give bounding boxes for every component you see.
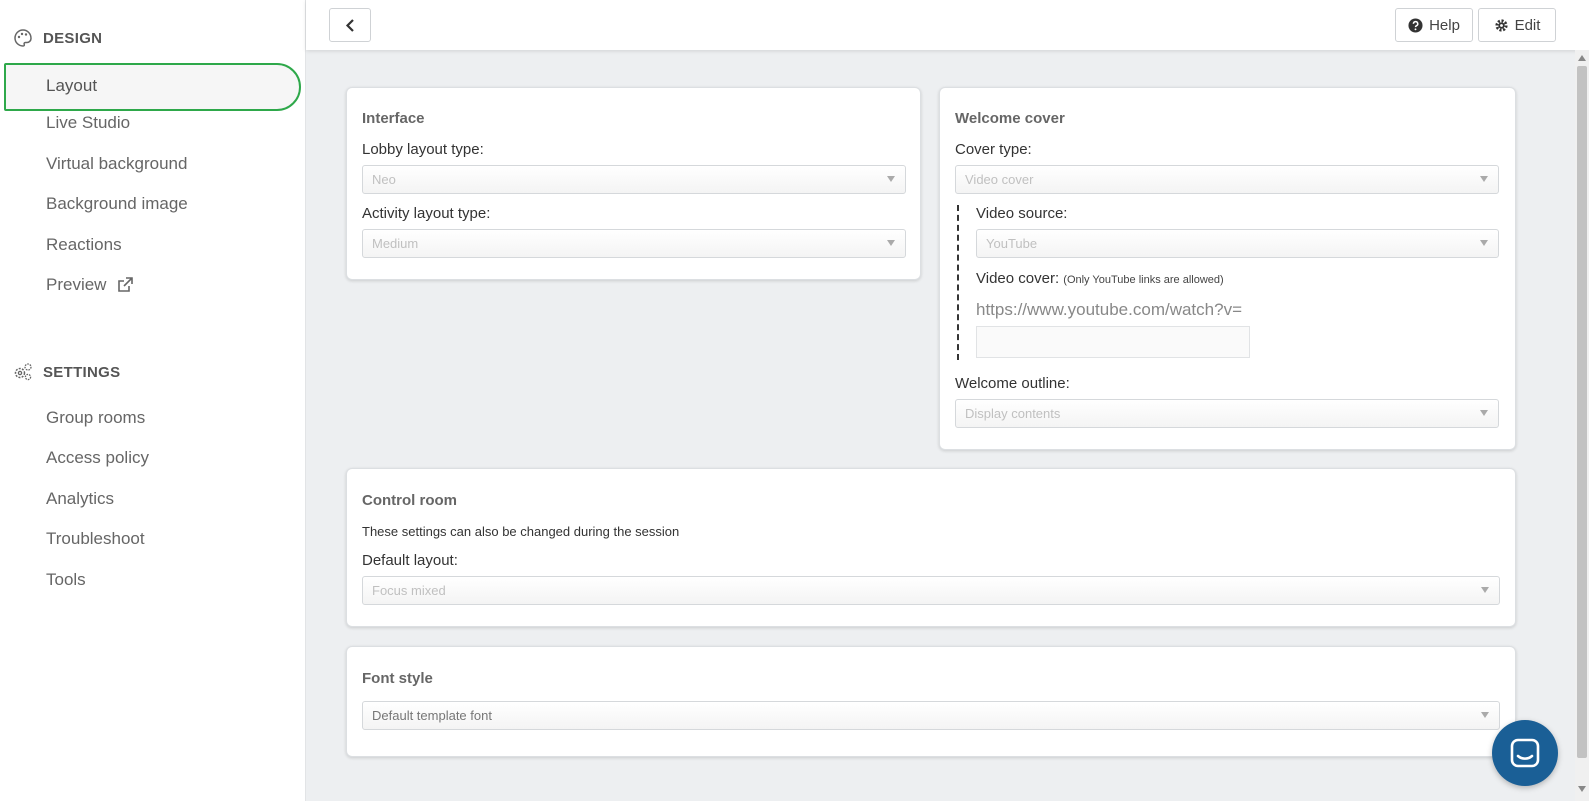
lobby-layout-label: Lobby layout type: xyxy=(362,141,484,158)
control-room-card: Control room These settings can also be … xyxy=(346,468,1516,627)
cover-type-label: Cover type: xyxy=(955,141,1032,158)
sidebar-item-label: Group rooms xyxy=(46,408,146,427)
settings-section-heading: SETTINGS xyxy=(13,362,120,382)
font-style-card: Font style Default template font xyxy=(346,646,1516,757)
top-bar: Help Edit xyxy=(306,0,1589,50)
sidebar-item-virtual-background[interactable]: Virtual background xyxy=(46,154,187,174)
sidebar-item-label: Tools xyxy=(46,570,86,589)
sidebar-item-label: Layout xyxy=(46,76,98,95)
video-cover-note: (Only YouTube links are allowed) xyxy=(1063,274,1224,286)
sidebar: DESIGN Layout Live Studio Virtual backgr… xyxy=(0,0,306,801)
lobby-layout-value: Neo xyxy=(372,172,396,187)
control-room-description: These settings can also be changed durin… xyxy=(362,524,680,539)
sidebar-item-label: Live Studio xyxy=(46,113,131,132)
welcome-outline-select[interactable]: Display contents xyxy=(955,399,1499,428)
chat-icon xyxy=(1510,738,1540,768)
scroll-up-icon[interactable] xyxy=(1578,55,1586,61)
welcome-outline-value: Display contents xyxy=(965,406,1061,421)
sidebar-item-troubleshoot[interactable]: Troubleshoot xyxy=(46,529,145,549)
activity-layout-select[interactable]: Medium xyxy=(362,229,906,258)
sidebar-item-layout[interactable]: Layout xyxy=(4,63,301,111)
settings-heading-label: SETTINGS xyxy=(43,363,121,381)
sidebar-item-tools[interactable]: Tools xyxy=(46,570,86,590)
help-label: Help xyxy=(1429,16,1460,34)
lobby-layout-select[interactable]: Neo xyxy=(362,165,906,194)
design-heading-label: DESIGN xyxy=(43,29,103,47)
interface-card: Interface Lobby layout type: Neo Activit… xyxy=(346,87,921,280)
sidebar-item-label: Reactions xyxy=(46,235,122,254)
youtube-url-prefix: https://www.youtube.com/watch?v= xyxy=(976,300,1242,319)
dropdown-arrow-icon xyxy=(887,176,895,182)
sidebar-item-label: Virtual background xyxy=(46,154,188,173)
sidebar-item-label: Background image xyxy=(46,194,188,213)
chat-launcher-button[interactable] xyxy=(1492,720,1558,786)
scrollbar-thumb[interactable] xyxy=(1577,66,1587,758)
sidebar-item-group-rooms[interactable]: Group rooms xyxy=(46,408,145,428)
sidebar-item-label: Preview xyxy=(46,275,107,294)
video-source-label: Video source: xyxy=(976,205,1068,222)
design-section-heading: DESIGN xyxy=(13,28,102,48)
welcome-outline-label: Welcome outline: xyxy=(955,375,1070,392)
sidebar-item-reactions[interactable]: Reactions xyxy=(46,235,122,255)
activity-layout-label: Activity layout type: xyxy=(362,205,491,222)
edit-button[interactable]: Edit xyxy=(1478,8,1556,42)
welcome-cover-title: Welcome cover xyxy=(955,110,1065,127)
font-style-select[interactable]: Default template font xyxy=(362,701,1500,730)
font-style-title: Font style xyxy=(362,670,433,687)
question-circle-icon xyxy=(1408,17,1423,33)
control-room-title: Control room xyxy=(362,492,457,509)
scroll-down-icon[interactable] xyxy=(1578,786,1586,792)
video-cover-label: Video cover: xyxy=(976,270,1060,287)
sidebar-item-label: Troubleshoot xyxy=(46,529,145,548)
cover-type-select[interactable]: Video cover xyxy=(955,165,1499,194)
dropdown-arrow-icon xyxy=(1480,410,1488,416)
gear-icon xyxy=(1494,18,1508,32)
dropdown-arrow-icon xyxy=(887,240,895,246)
dropdown-arrow-icon xyxy=(1481,712,1489,718)
default-layout-value: Focus mixed xyxy=(372,583,446,598)
dropdown-arrow-icon xyxy=(1481,587,1489,593)
video-cover-label-row: Video cover: (Only YouTube links are all… xyxy=(976,270,1224,287)
sidebar-item-label: Access policy xyxy=(46,448,149,467)
help-button[interactable]: Help xyxy=(1395,8,1473,42)
default-layout-select[interactable]: Focus mixed xyxy=(362,576,1500,605)
sidebar-item-preview[interactable]: Preview xyxy=(46,275,134,295)
sidebar-item-background-image[interactable]: Background image xyxy=(46,194,188,214)
welcome-cover-card: Welcome cover Cover type: Video cover Vi… xyxy=(939,87,1516,450)
video-source-select[interactable]: YouTube xyxy=(976,229,1499,258)
edit-label: Edit xyxy=(1514,16,1541,34)
dropdown-arrow-icon xyxy=(1480,176,1488,182)
sidebar-item-live-studio[interactable]: Live Studio xyxy=(46,113,130,133)
palette-icon xyxy=(14,29,32,47)
back-button[interactable] xyxy=(329,8,371,42)
default-layout-label: Default layout: xyxy=(362,552,458,569)
sidebar-item-analytics[interactable]: Analytics xyxy=(46,489,114,509)
cover-type-value: Video cover xyxy=(965,172,1034,187)
external-link-icon xyxy=(118,277,134,292)
sidebar-item-label: Analytics xyxy=(46,489,115,508)
font-style-value: Default template font xyxy=(372,708,492,723)
nested-options-divider xyxy=(957,205,959,360)
dropdown-arrow-icon xyxy=(1480,240,1488,246)
video-source-value: YouTube xyxy=(986,236,1038,251)
video-id-input[interactable] xyxy=(976,326,1250,358)
chevron-left-icon xyxy=(345,18,354,32)
activity-layout-value: Medium xyxy=(372,236,419,251)
sidebar-item-access-policy[interactable]: Access policy xyxy=(46,448,149,468)
interface-title: Interface xyxy=(362,110,425,127)
gears-icon xyxy=(14,363,32,381)
